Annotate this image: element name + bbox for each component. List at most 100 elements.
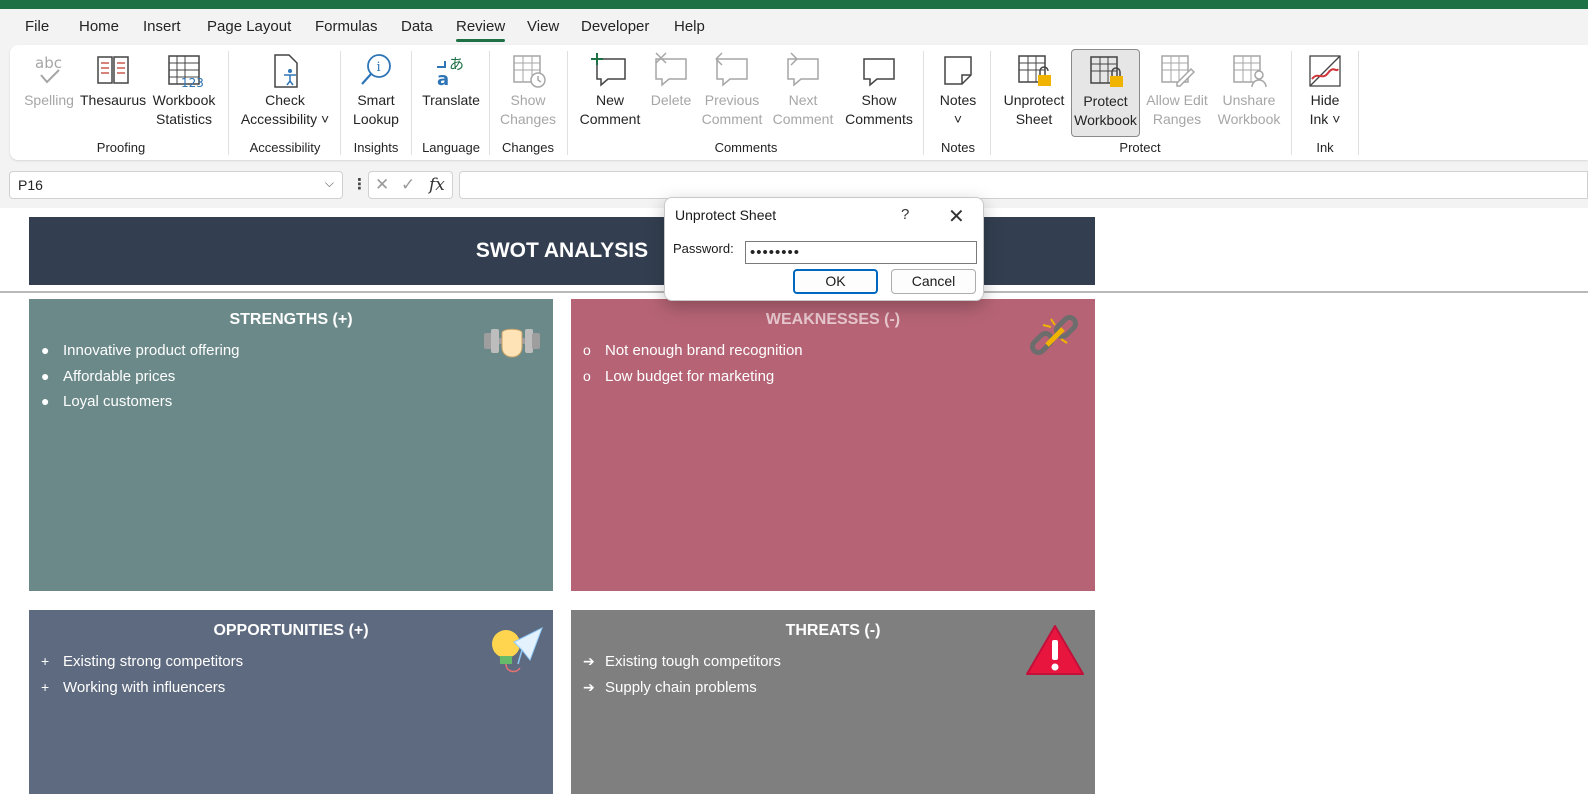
help-icon[interactable]: ? <box>901 206 909 223</box>
show-changes-label-2: Changes <box>499 111 557 127</box>
group-accessibility: Accessibility <box>249 140 321 155</box>
smart-lookup-label-1: Smart <box>357 92 395 108</box>
opportunities-list: + Existing strong competitors + Working wi… <box>41 652 243 703</box>
show-comments-button[interactable]: Show Comments <box>839 51 919 129</box>
tab-view[interactable]: View <box>527 18 559 35</box>
show-changes-button[interactable]: Show Changes <box>496 51 560 129</box>
unprotect-sheet-icon <box>1018 55 1051 86</box>
list-item: o Low budget for marketing <box>583 367 775 385</box>
protect-workbook-button[interactable]: Protect Workbook <box>1071 49 1140 137</box>
name-box[interactable]: P16 ⌵ <box>9 171 343 199</box>
active-tab-indicator <box>456 39 505 42</box>
tab-review[interactable]: Review <box>456 18 505 35</box>
thesaurus-icon <box>97 56 129 84</box>
spelling-icon: abc <box>35 54 62 84</box>
broken-chain-icon <box>1029 314 1079 356</box>
group-insights: Insights <box>353 140 399 155</box>
show-changes-icon <box>513 55 546 88</box>
next-comment-button[interactable]: Next Comment <box>770 51 836 129</box>
tab-file[interactable]: File <box>25 18 49 35</box>
cancel-icon[interactable]: ✕ <box>375 175 389 195</box>
unshare-workbook-button[interactable]: Unshare Workbook <box>1213 51 1285 129</box>
cancel-button[interactable]: Cancel <box>891 269 976 294</box>
allow-edit-ranges-icon <box>1161 55 1196 87</box>
threats-list: ➔ Existing tough competitors ➔ Supply chai… <box>583 652 781 703</box>
strengths-title: STRENGTHS (+) <box>229 311 353 328</box>
divider <box>489 51 490 155</box>
enter-icon[interactable]: ✓ <box>401 175 415 195</box>
unshare-label-1: Unshare <box>1222 92 1276 108</box>
spelling-button[interactable]: abc Spelling <box>22 51 76 110</box>
workbook-statistics-button[interactable]: 123 Workbook Statistics <box>150 51 218 129</box>
hide-ink-button[interactable]: Hide Ink ˅ <box>1300 51 1350 129</box>
unprotect-sheet-button[interactable]: Unprotect Sheet <box>998 51 1070 129</box>
divider <box>411 51 412 155</box>
ok-button[interactable]: OK <box>793 269 878 294</box>
hide-ink-label-2: Ink ˅ <box>1309 111 1341 127</box>
unprotect-sheet-label-1: Unprotect <box>1003 92 1065 108</box>
more-options-icon[interactable]: ⋮ <box>352 175 367 193</box>
check-accessibility-label-1: Check <box>265 92 305 108</box>
tab-developer[interactable]: Developer <box>581 18 649 35</box>
password-field[interactable]: •••••••• <box>745 241 977 264</box>
divider <box>990 51 991 155</box>
tab-help[interactable]: Help <box>674 18 705 35</box>
tab-page-layout[interactable]: Page Layout <box>207 18 291 35</box>
accessibility-icon <box>274 54 298 88</box>
list-item: ● Innovative product offering <box>41 342 240 359</box>
list-item: + Existing strong competitors <box>41 653 244 670</box>
allow-edit-ranges-button[interactable]: Allow Edit Ranges <box>1143 51 1211 129</box>
check-accessibility-button[interactable]: Check Accessibility ˅ <box>236 51 334 129</box>
delete-label: Delete <box>650 92 692 108</box>
workbook-statistics-icon: 123 <box>168 55 204 90</box>
show-comments-label-1: Show <box>861 92 897 108</box>
allow-edit-label-1: Allow Edit <box>1146 92 1208 108</box>
check-accessibility-label-2: Accessibility ˅ <box>240 111 330 127</box>
workbook-statistics-label-1: Workbook <box>152 92 216 108</box>
notes-button[interactable]: Notes ˅ <box>932 51 984 129</box>
svg-text:a: a <box>437 69 449 90</box>
divider <box>567 51 568 155</box>
spelling-label: Spelling <box>24 92 74 108</box>
previous-comment-icon <box>715 52 748 87</box>
translate-button[interactable]: aあ Translate <box>418 51 484 110</box>
unshare-workbook-icon <box>1233 55 1267 88</box>
strengths-list: ● Innovative product offering ● Affordable… <box>41 341 240 418</box>
smart-lookup-label-2: Lookup <box>353 111 399 127</box>
thesaurus-label: Thesaurus <box>80 92 147 108</box>
allow-edit-label-2: Ranges <box>1152 111 1202 127</box>
new-comment-button[interactable]: New Comment <box>574 51 646 129</box>
protect-workbook-icon <box>1089 56 1123 87</box>
formula-input[interactable] <box>459 171 1588 199</box>
chevron-down-icon[interactable]: ⌵ <box>325 176 334 191</box>
hide-ink-icon <box>1309 55 1341 87</box>
delete-comment-button[interactable]: Delete <box>648 51 694 110</box>
dumbbell-icon <box>484 328 540 358</box>
tab-formulas[interactable]: Formulas <box>315 18 378 35</box>
insert-function-icon[interactable]: fx <box>429 175 445 195</box>
tab-home[interactable]: Home <box>79 18 119 35</box>
opportunities-title: OPPORTUNITIES (+) <box>213 622 369 639</box>
warning-icon <box>1026 625 1084 675</box>
close-icon[interactable]: ✕ <box>948 204 965 229</box>
previous-comment-button[interactable]: Previous Comment <box>698 51 766 129</box>
svg-text:abc: abc <box>35 54 62 72</box>
svg-text:i: i <box>377 60 381 75</box>
tab-insert[interactable]: Insert <box>143 18 181 35</box>
previous-comment-label-2: Comment <box>701 111 763 127</box>
delete-comment-icon <box>655 52 687 87</box>
smart-lookup-button[interactable]: i Smart Lookup <box>346 51 406 129</box>
thesaurus-button[interactable]: Thesaurus <box>80 51 146 110</box>
password-label: Password: <box>673 241 734 256</box>
workbook-statistics-label-2: Statistics <box>155 111 212 127</box>
divider <box>340 51 341 155</box>
svg-text:123: 123 <box>181 76 204 90</box>
group-ink: Ink <box>1316 140 1334 155</box>
list-item: ➔ Existing tough competitors <box>583 653 781 670</box>
weaknesses-list: o Not enough brand recognition o Low budge… <box>583 341 803 392</box>
weaknesses-title: WEAKNESSES (-) <box>765 311 901 328</box>
notes-label: Notes <box>939 92 977 108</box>
protect-workbook-label-2: Workbook <box>1074 112 1137 128</box>
tab-data[interactable]: Data <box>401 18 433 35</box>
menu-bar: File Home Insert Page Layout Formulas Da… <box>0 9 1588 45</box>
